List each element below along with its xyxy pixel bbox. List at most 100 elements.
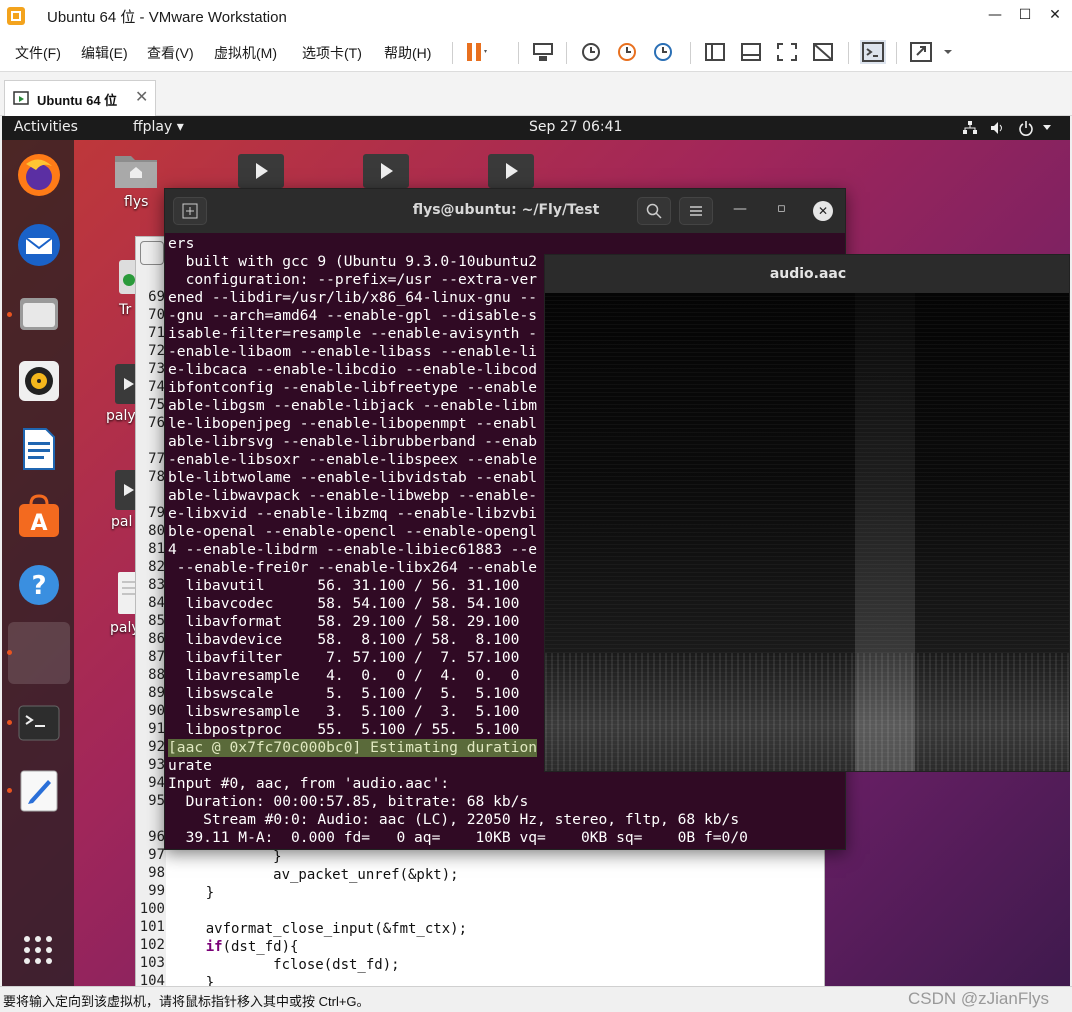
svg-text:?: ? (31, 571, 46, 601)
terminal-line: libavdevice 58. 8.100 / 58. 8.100 (168, 631, 520, 648)
terminal-line: -enable-libaom --enable-libass --enable-… (168, 343, 538, 360)
rhythmbox-icon[interactable] (16, 358, 62, 404)
terminal-line: Input #0, aac, from 'audio.aac': (168, 775, 450, 792)
menu-tabs[interactable]: 选项卡(T) (302, 43, 362, 63)
line-number: 80 (148, 523, 165, 539)
terminal-line: -enable-libsoxr --enable-libspeex --enab… (168, 451, 538, 468)
ffplay-dock-item[interactable] (8, 622, 70, 684)
close-icon[interactable]: ✕ (813, 201, 833, 221)
line-number: 97 (148, 847, 165, 863)
fullscreen-icon[interactable] (774, 40, 800, 64)
power-icon[interactable] (1018, 120, 1034, 136)
toolbar-separator (690, 42, 691, 64)
terminal-line: ibfontconfig --enable-libfreetype --enab… (168, 379, 538, 396)
line-number: 83 (148, 577, 165, 593)
stretch-guest-icon[interactable] (908, 40, 934, 64)
send-keys-icon[interactable] (530, 40, 556, 64)
status-bar: 要将输入定向到该虚拟机，请将鼠标指针移入其中或按 Ctrl+G。 CSDN @z… (0, 986, 1072, 1012)
terminal-line: Duration: 00:00:57.85, bitrate: 68 kb/s (168, 793, 529, 810)
menu-view[interactable]: 查看(V) (147, 43, 194, 63)
terminal-line: libswscale 5. 5.100 / 5. 5.100 (168, 685, 520, 702)
terminal-line: e-libxvid --enable-libzmq --enable-libzv… (168, 505, 538, 522)
terminal-line: ened --libdir=/usr/lib/x86_64-linux-gnu … (168, 289, 538, 306)
home-folder-icon[interactable] (113, 150, 159, 190)
show-apps-icon[interactable] (22, 934, 54, 966)
close-tab-icon[interactable]: ✕ (135, 87, 148, 106)
unity-mode-icon[interactable] (810, 40, 836, 64)
activities-button[interactable]: Activities (14, 119, 78, 135)
terminal-icon[interactable] (16, 700, 62, 746)
app-menu[interactable]: ffplay ▾ (133, 119, 184, 135)
volume-icon[interactable] (990, 121, 1006, 135)
code-line: } (172, 849, 282, 865)
console-view-icon[interactable] (860, 40, 886, 64)
libreoffice-writer-icon[interactable] (16, 426, 62, 472)
toolbar-separator (566, 42, 567, 64)
vmware-title-bar: Ubuntu 64 位 - VMware Workstation — ☐ ✕ (0, 0, 1072, 32)
menu-vm[interactable]: 虚拟机(M) (214, 43, 277, 63)
spectrogram-visualization[interactable] (545, 293, 1069, 771)
line-number: 95 (148, 793, 165, 809)
thunderbird-icon[interactable] (16, 222, 62, 268)
code-line: } (172, 885, 215, 901)
minimize-icon[interactable]: — (733, 201, 747, 217)
line-number: 75 (148, 397, 165, 413)
files-icon[interactable] (16, 290, 62, 336)
editor-menu-button[interactable] (140, 241, 164, 265)
video-file-icon[interactable] (363, 154, 409, 188)
terminal-line: able-libwavpack --enable-libwebp --enabl… (168, 487, 538, 504)
sidebar-view-icon[interactable] (702, 40, 728, 64)
maximize-icon[interactable]: ▫ (777, 201, 786, 216)
chevron-down-icon[interactable] (938, 40, 964, 64)
status-message: 要将输入定向到该虚拟机，请将鼠标指针移入其中或按 Ctrl+G。 (3, 994, 370, 1009)
audio-window-title: audio.aac (545, 255, 1069, 293)
tab-ubuntu[interactable]: Ubuntu 64 位 ✕ (4, 80, 156, 116)
terminal-line: libavformat 58. 29.100 / 58. 29.100 (168, 613, 520, 630)
line-number: 76 (148, 415, 165, 431)
running-indicator (7, 720, 12, 725)
hamburger-menu-button[interactable] (679, 197, 713, 225)
terminal-line: libavcodec 58. 54.100 / 58. 54.100 (168, 595, 520, 612)
chevron-down-icon[interactable] (1042, 124, 1052, 132)
help-icon[interactable]: ? (16, 562, 62, 608)
vm-tab-icon (13, 91, 29, 105)
menu-edit[interactable]: 编辑(E) (81, 43, 128, 63)
terminal-line: 4 --enable-libdrm --enable-libiec61883 -… (168, 541, 538, 558)
minimize-button[interactable]: — (980, 4, 1010, 26)
svg-text:A: A (30, 511, 47, 536)
line-number: 87 (148, 649, 165, 665)
video-file-icon[interactable] (238, 154, 284, 188)
clock[interactable]: Sep 27 06:41 (529, 119, 622, 135)
search-button[interactable] (637, 197, 671, 225)
line-number: 73 (148, 361, 165, 377)
text-editor-icon[interactable] (16, 768, 62, 814)
running-indicator (7, 788, 12, 793)
line-number: 77 (148, 451, 165, 467)
terminal-line: isable-filter=resample --enable-avisynth… (168, 325, 538, 342)
ffplay-audio-window[interactable]: audio.aac (544, 254, 1070, 772)
thumbnail-view-icon[interactable] (738, 40, 764, 64)
menu-bar: 文件(F) 编辑(E) 查看(V) 虚拟机(M) 选项卡(T) 帮助(H) (0, 32, 1072, 72)
snapshot-manager-icon[interactable] (650, 40, 676, 64)
line-number: 85 (148, 613, 165, 629)
line-number: 103 (139, 955, 165, 971)
software-center-icon[interactable]: A (16, 494, 62, 540)
terminal-line: libswresample 3. 5.100 / 3. 5.100 (168, 703, 520, 720)
guest-desktop[interactable]: Activities ffplay ▾ Sep 27 06:41 A ? fly… (2, 116, 1070, 986)
close-button[interactable]: ✕ (1040, 4, 1070, 26)
terminal-line: configuration: --prefix=/usr --extra-ver (168, 271, 538, 288)
menu-file[interactable]: 文件(F) (15, 43, 61, 63)
maximize-button[interactable]: ☐ (1010, 4, 1040, 26)
window-title: Ubuntu 64 位 - VMware Workstation (47, 9, 287, 26)
running-indicator (7, 312, 12, 317)
snapshot-icon[interactable] (578, 40, 604, 64)
terminal-line: libavresample 4. 0. 0 / 4. 0. 0 (168, 667, 520, 684)
terminal-line: -gnu --arch=amd64 --enable-gpl --disable… (168, 307, 538, 324)
network-icon[interactable] (962, 121, 978, 135)
firefox-icon[interactable] (16, 152, 62, 198)
revert-snapshot-icon[interactable] (614, 40, 640, 64)
video-file-icon[interactable] (488, 154, 534, 188)
line-number: 79 (148, 505, 165, 521)
menu-help[interactable]: 帮助(H) (384, 43, 431, 63)
pause-icon[interactable] (462, 40, 488, 64)
